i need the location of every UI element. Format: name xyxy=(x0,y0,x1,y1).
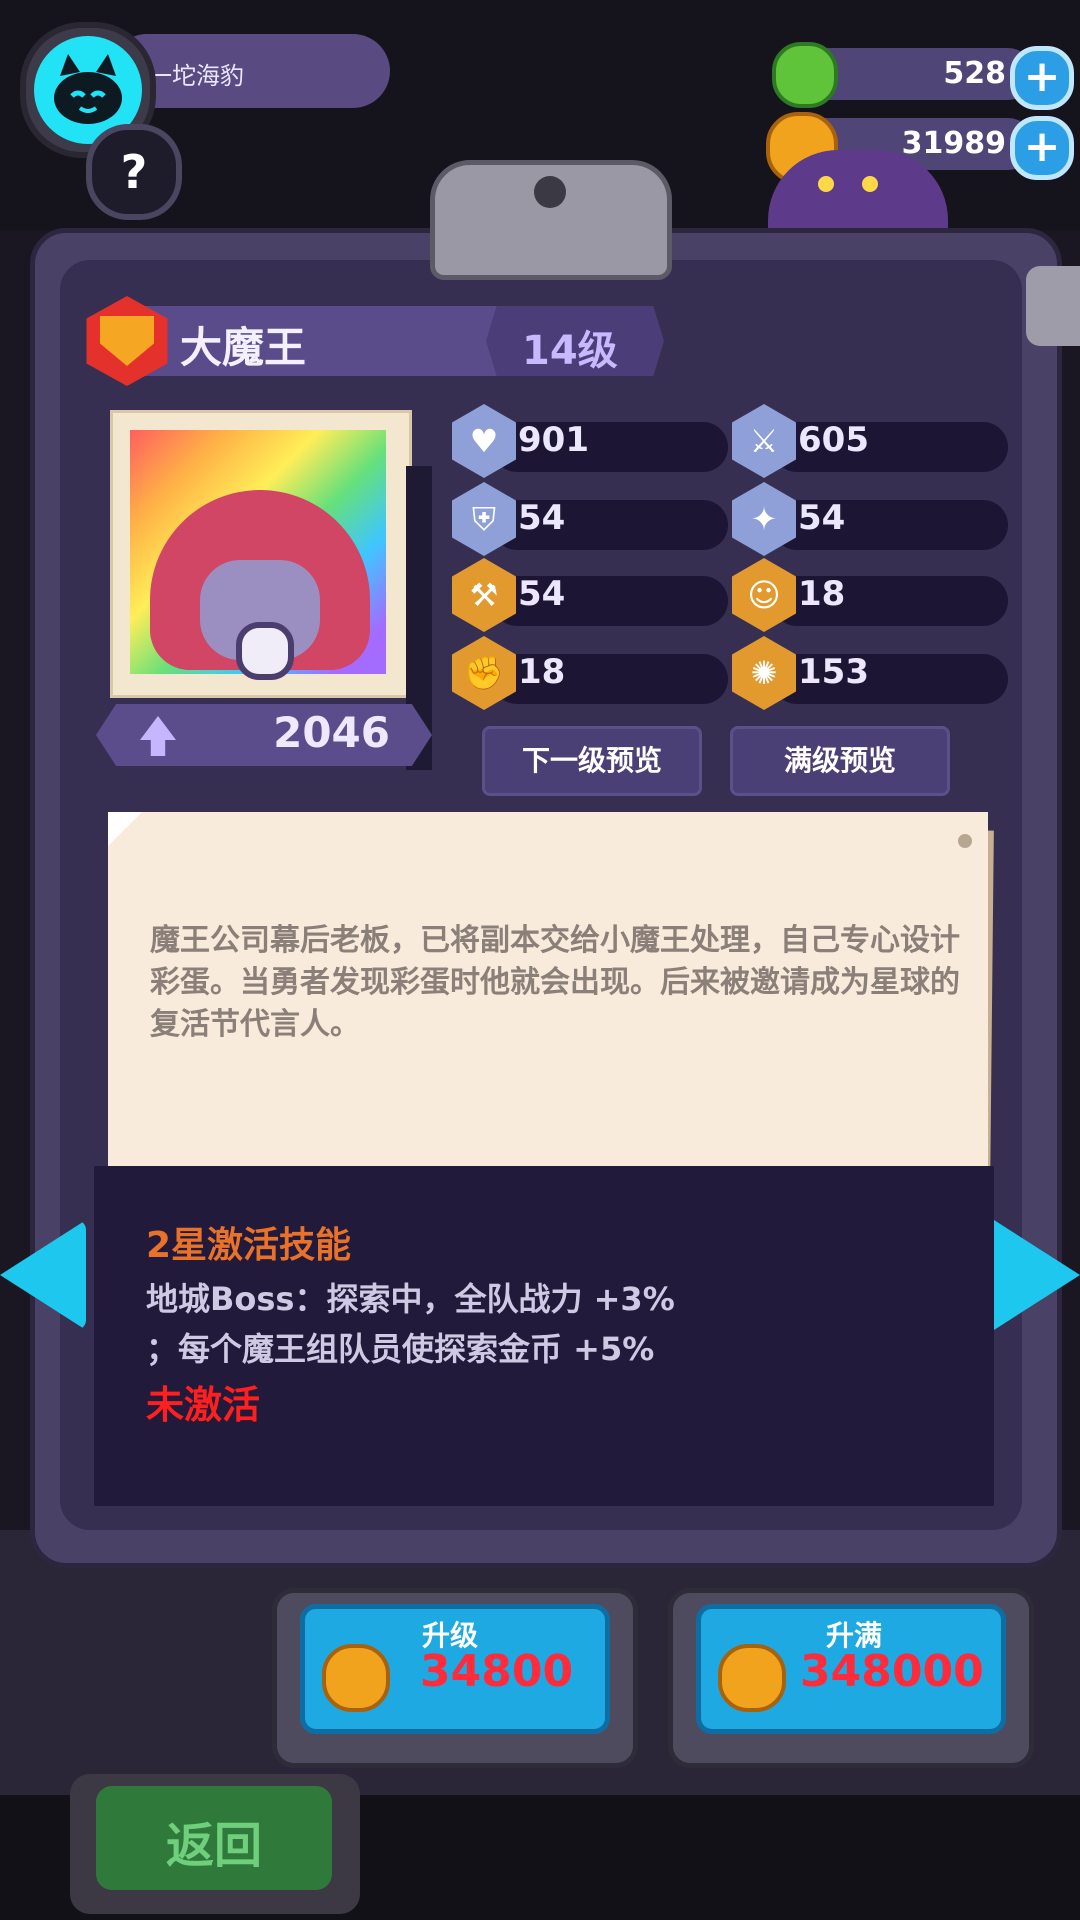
max-level-preview-button[interactable]: 满级预览 xyxy=(730,726,950,796)
back-label: 返回 xyxy=(165,1818,262,1874)
paper-pin xyxy=(958,834,972,848)
skill-status: 未激活 xyxy=(146,1383,261,1427)
player-name: 一坨海豹 xyxy=(148,62,244,90)
character-level: 14级 xyxy=(522,328,618,374)
add-gem-button[interactable]: + xyxy=(1010,46,1074,110)
sword-glyph: ⚔ xyxy=(749,422,779,460)
gem-count: 528 xyxy=(943,56,1006,91)
side-tab[interactable] xyxy=(1026,266,1080,346)
gem-icon xyxy=(772,42,838,108)
stat-value: 54 xyxy=(518,574,566,614)
magic-sword-glyph: ✦ xyxy=(750,500,778,538)
stat-magic-attack: ✦ 54 xyxy=(732,482,1008,568)
coin-icon xyxy=(322,1644,390,1712)
monster-eye xyxy=(818,176,834,192)
stat-attack: ⚔ 605 xyxy=(732,404,1008,490)
stat-intelligence: ✺ 153 xyxy=(732,636,1008,722)
stat-value: 54 xyxy=(518,498,566,538)
character-eye xyxy=(236,622,294,680)
stat-hp: ♥ 901 xyxy=(452,404,728,490)
smile-glyph: ☺ xyxy=(747,576,781,614)
stat-craft: ⚒ 54 xyxy=(452,558,728,644)
brain-glyph: ✺ xyxy=(750,654,778,692)
stat-value: 153 xyxy=(798,652,869,692)
stat-value: 605 xyxy=(798,420,869,460)
skill-title: 2星激活技能 xyxy=(146,1225,352,1266)
max-upgrade-cost: 348000 xyxy=(800,1646,984,1697)
muscle-glyph: ✊ xyxy=(464,654,504,692)
next-level-preview-button[interactable]: 下一级预览 xyxy=(482,726,702,796)
stat-charm: ☺ 18 xyxy=(732,558,1008,644)
add-coin-button[interactable]: + xyxy=(1010,116,1074,180)
stat-defense: ⛨ 54 xyxy=(452,482,728,568)
power-value: 2046 xyxy=(273,708,390,757)
monster-eye xyxy=(862,176,878,192)
stat-value: 54 xyxy=(798,498,846,538)
help-button[interactable]: ? xyxy=(86,124,182,220)
stat-value: 901 xyxy=(518,420,589,460)
hammer-glyph: ⚒ xyxy=(469,576,499,614)
stat-strength: ✊ 18 xyxy=(452,636,728,722)
coin-icon xyxy=(718,1644,786,1712)
skill-description: 地城Boss：探索中，全队战力 +3% ；每个魔王组队员使探索金币 +5% xyxy=(146,1280,675,1368)
stat-value: 18 xyxy=(518,652,566,692)
stat-value: 18 xyxy=(798,574,846,614)
character-name: 大魔王 xyxy=(180,323,307,372)
heart-glyph: ♥ xyxy=(469,422,499,460)
upgrade-cost: 34800 xyxy=(420,1646,574,1697)
shield-glyph: ⛨ xyxy=(471,500,496,538)
clip-hole xyxy=(534,176,566,208)
character-description: 魔王公司幕后老板，已将副本交给小魔王处理，自己专心设计彩蛋。当勇者发现彩蛋时他就… xyxy=(150,923,960,1042)
